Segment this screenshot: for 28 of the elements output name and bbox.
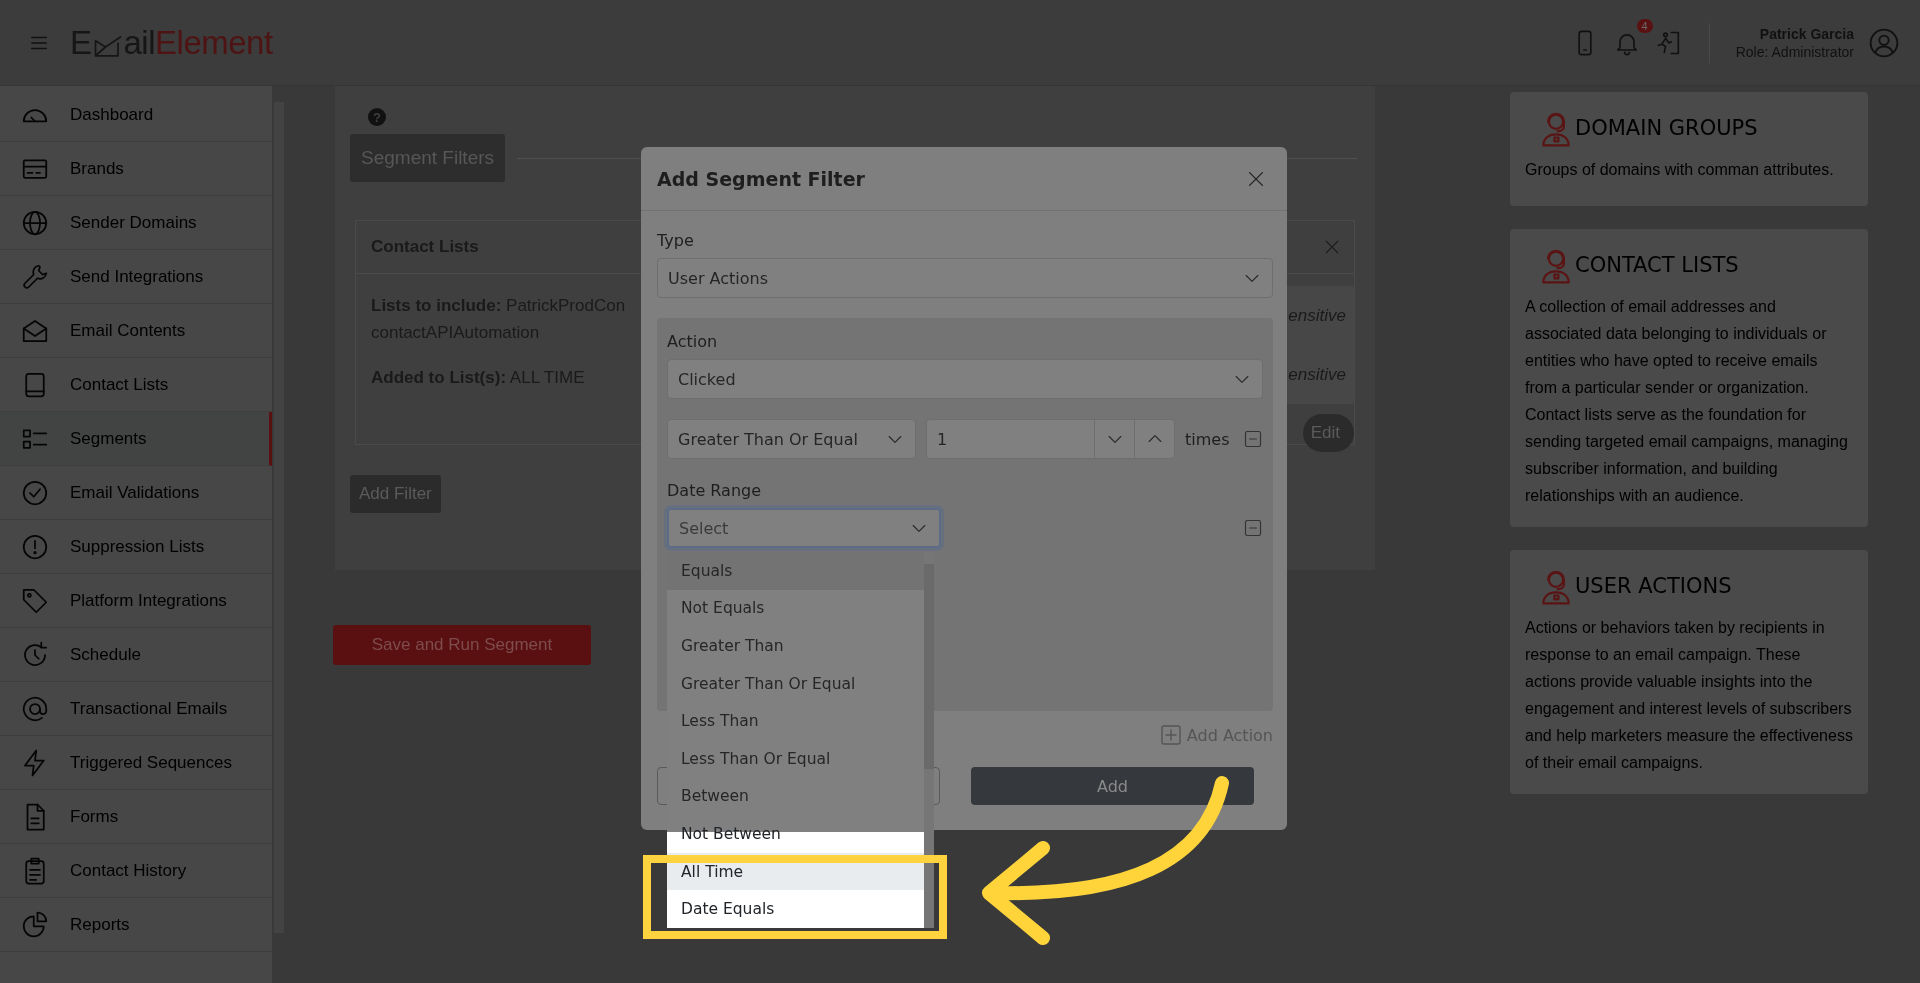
info-card-title: USER ACTIONS — [1575, 574, 1732, 598]
info-card-text: Groups of domains with comman attributes. — [1525, 160, 1835, 180]
type-label: Type — [657, 231, 695, 250]
sidebar-label: Send Integrations — [70, 266, 204, 287]
sidebar-label: Suppression Lists — [70, 536, 205, 557]
sidebar-label: Forms — [70, 806, 119, 827]
date-range-label: Date Range — [667, 481, 763, 500]
sidebar-label: Triggered Sequences — [70, 752, 232, 773]
sidebar-label: Sender Domains — [70, 212, 197, 233]
sidebar-label: Schedule — [70, 644, 141, 665]
action-label: Action — [667, 332, 719, 351]
sidebar-label: Brands — [70, 158, 124, 179]
notification-badge: 4 — [1636, 18, 1653, 33]
dialog-title: Add Segment Filter — [657, 167, 865, 190]
sidebar-label: Email Validations — [70, 482, 200, 503]
info-card-title: CONTACT LISTS — [1575, 253, 1739, 277]
sidebar-label: Reports — [70, 914, 130, 935]
sidebar-label: Dashboard — [70, 104, 154, 125]
info-card-title: DOMAIN GROUPS — [1575, 116, 1758, 140]
sidebar-label: Contact History — [70, 860, 187, 881]
times-label: times — [1185, 429, 1230, 449]
info-card-text: Actions or behaviors taken by recipients in response to an email campaign. These actions provide valuable insights into the engagement and interest levels of subscribers and help marketers measure the effectiveness of their email campaigns. — [1525, 618, 1854, 773]
sidebar-label: Platform Integrations — [70, 590, 227, 611]
sidebar-label: Transactional Emails — [70, 698, 228, 719]
sidebar-label: Segments — [70, 428, 147, 449]
sidebar-label: Contact Lists — [70, 374, 169, 395]
info-card-text: A collection of email addresses and associated data belonging to individuals or entities who have opted to receive emails from a particular sender or organization. Contact lists serve as the foundation for sending targeted email campaigns, managing subscriber information, and building relationships with an audience. — [1525, 297, 1849, 506]
sidebar-label: Email Contents — [70, 320, 186, 341]
